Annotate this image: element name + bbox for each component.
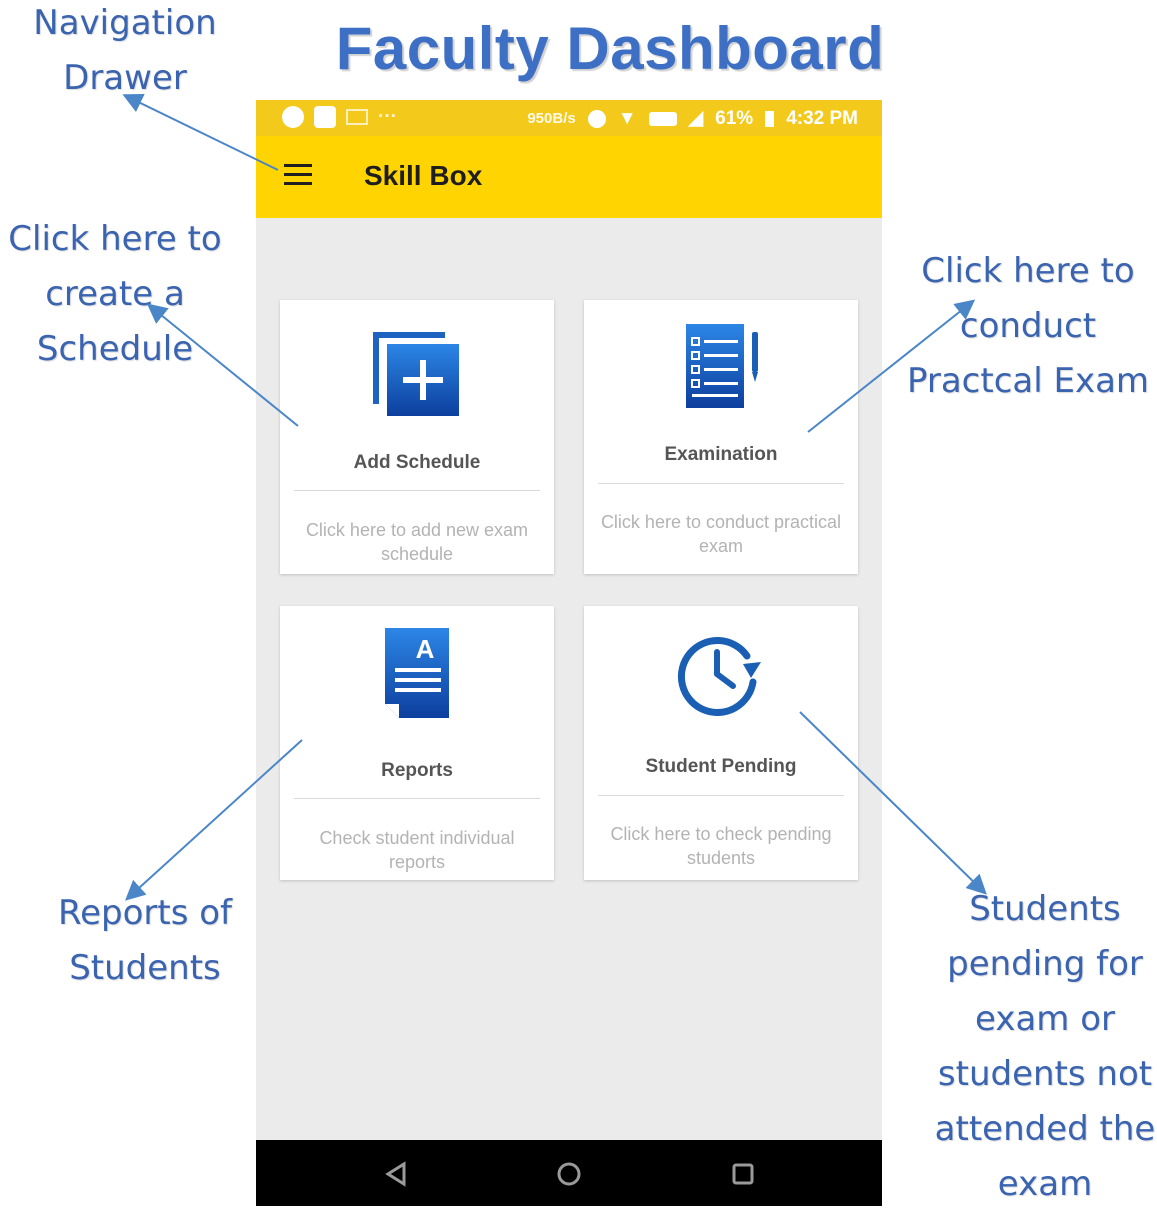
message-icon (346, 109, 368, 125)
annotation-line: attended the (934, 1109, 1156, 1149)
clock-time: 4:32 PM (786, 107, 858, 129)
annotation-line: create a (45, 274, 185, 314)
back-icon[interactable] (382, 1160, 412, 1188)
add-schedule-icon (280, 330, 554, 423)
clock-pending-icon (584, 632, 858, 721)
annotation-line: Reports of (57, 893, 232, 933)
card-title: Reports (381, 760, 453, 781)
annotation-student-reports: Reports of Students (40, 886, 250, 996)
card-description: Click here to add new exam schedule (305, 520, 529, 564)
more-dots-icon: ··· (378, 106, 397, 127)
annotation-students-pending: Students pending for exam or students no… (930, 882, 1157, 1212)
page-title: Faculty Dashboard (335, 15, 885, 82)
annotation-create-schedule: Click here to create a Schedule (0, 212, 230, 377)
card-title: Examination (664, 444, 778, 465)
network-speed: 950B/s (527, 110, 576, 127)
android-nav-bar (256, 1140, 882, 1206)
card-description: Click here to conduct practical exam (600, 512, 842, 556)
annotation-line: exam (997, 1164, 1093, 1204)
status-system-icons: 950B/s ▼ ◢ 61% 4:32 PM (527, 107, 858, 130)
annotation-line: students not (937, 1054, 1153, 1094)
home-icon[interactable] (554, 1160, 584, 1188)
report-document-icon: A (280, 626, 554, 725)
annotation-line: exam or (975, 999, 1115, 1039)
annotation-line: Navigation (33, 3, 217, 43)
app-notification-icon (314, 106, 336, 128)
card-title: Add Schedule (353, 452, 481, 473)
card-divider (294, 798, 540, 799)
annotation-line: Students (969, 889, 1121, 929)
annotation-line: pending for (947, 944, 1143, 984)
annotation-line: Practcal Exam (906, 361, 1150, 401)
card-description: Check student individual reports (319, 828, 515, 872)
card-divider (598, 483, 844, 484)
exam-checklist-icon (584, 322, 858, 415)
signal-icon: ◢ (688, 108, 704, 129)
annotation-line: Students (69, 948, 221, 988)
card-divider (294, 490, 540, 491)
card-description: Click here to check pending students (610, 824, 832, 868)
annotation-line: Schedule (36, 329, 194, 369)
reports-card[interactable]: A Reports Check student individual repor… (280, 606, 554, 880)
phone-screen: ··· 950B/s ▼ ◢ 61% 4:32 PM Skill Box Add… (256, 100, 882, 1206)
card-title: Student Pending (645, 756, 797, 777)
battery-level: 61% (715, 107, 754, 129)
annotation-line: conduct (959, 306, 1097, 346)
annotation-navigation-drawer: Navigation Drawer (20, 0, 230, 106)
lte-icon (648, 111, 677, 126)
student-pending-card[interactable]: Student Pending Click here to check pend… (584, 606, 858, 880)
wifi-icon: ▼ (617, 107, 637, 129)
recents-icon[interactable] (728, 1160, 758, 1188)
examination-card[interactable]: Examination Click here to conduct practi… (584, 300, 858, 574)
annotation-line: Drawer (63, 58, 187, 98)
app-bar: Skill Box (256, 136, 882, 218)
add-schedule-card[interactable]: Add Schedule Click here to add new exam … (280, 300, 554, 574)
status-bar: ··· 950B/s ▼ ◢ 61% 4:32 PM (256, 100, 882, 136)
app-title: Skill Box (364, 160, 483, 191)
annotation-line: Click here to (921, 251, 1135, 291)
battery-icon (765, 110, 775, 127)
vibrate-icon (587, 109, 606, 128)
facebook-icon (282, 106, 304, 128)
annotation-conduct-exam: Click here to conduct Practcal Exam (898, 244, 1157, 409)
status-notification-icons: ··· (282, 106, 397, 128)
annotation-line: Click here to (8, 219, 222, 259)
svg-text:A: A (416, 634, 435, 664)
hamburger-menu-icon[interactable] (284, 164, 312, 186)
card-divider (598, 795, 844, 796)
